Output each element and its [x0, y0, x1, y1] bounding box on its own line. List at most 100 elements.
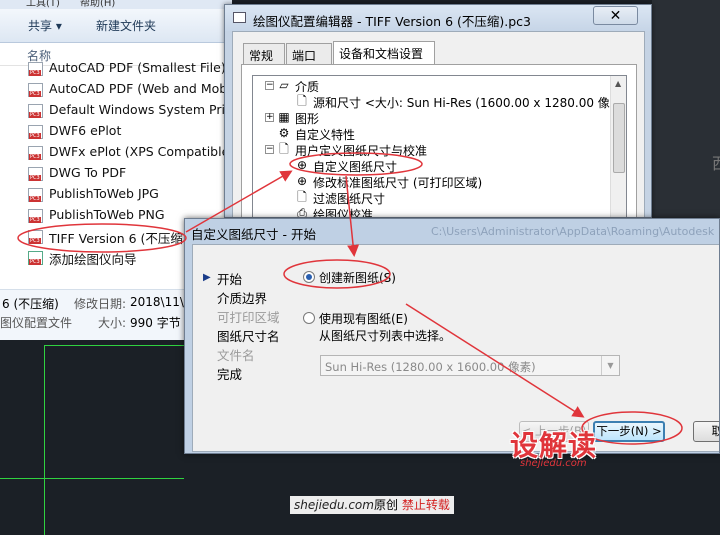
option-create-new-label[interactable]: 创建新图纸(S) [319, 269, 396, 286]
wizard-shortcut-icon [28, 251, 43, 265]
file-name: Default Windows System Printer [49, 102, 232, 117]
file-row[interactable]: DWFx ePlot (XPS Compatible) [26, 142, 232, 163]
file-name: DWG To PDF [49, 165, 127, 180]
tree-item-graphics[interactable]: 图形 [295, 110, 319, 127]
details-size-value: 990 字节 [130, 316, 181, 330]
explorer-toolbar: 共享 ▾ 新建文件夹 [0, 9, 232, 43]
file-row[interactable]: PublishToWeb JPG [26, 184, 232, 205]
source-badge-site: shejiedu.com [294, 498, 374, 512]
menu-item-tools[interactable]: 工具(T) [26, 0, 60, 9]
background-window-text: 西 [712, 150, 720, 174]
step-paper-size-name: 图纸尺寸名 [217, 329, 280, 344]
file-row[interactable]: AutoCAD PDF (Smallest File) [26, 58, 232, 79]
wizard-title-bar[interactable]: 自定义图纸尺寸 - 开始 C:\Users\Administrator\AppD… [185, 219, 719, 243]
step-file-name: 文件名 [217, 348, 255, 363]
tab-device-document-settings[interactable]: 设备和文档设置 [333, 41, 435, 65]
tree-item-user-defined-sizes[interactable]: 用户定义图纸尺寸与校准 [295, 142, 427, 159]
file-row[interactable]: AutoCAD PDF (Web and Mobile) [26, 79, 232, 100]
use-existing-hint: 从图纸尺寸列表中选择。 [319, 329, 452, 343]
next-button[interactable]: 下一步(N) > [593, 421, 665, 442]
current-step-arrow-icon: ▶ [203, 272, 211, 283]
cad-drawing-line [0, 478, 184, 479]
tree-collapse-icon[interactable]: − [265, 145, 274, 154]
background-path-text: C:\Users\Administrator\AppData\Roaming\A… [431, 225, 715, 238]
wizard-body: ▶ 开始 介质边界 可打印区域 图纸尺寸名 文件名 完成 创建新图纸(S) 使用… [192, 244, 719, 452]
details-file-type: 图仪配置文件 [0, 316, 73, 330]
pc3-file-icon [28, 146, 43, 160]
tree-item-plotter-calibration[interactable]: 绘图仪校准 [313, 206, 373, 217]
file-row[interactable]: DWG To PDF [26, 163, 232, 184]
details-file-name: 6 (不压缩) [2, 297, 59, 311]
tree-item-custom-properties[interactable]: 自定义特性 [295, 126, 355, 143]
pc3-file-icon [28, 230, 43, 244]
paper-size-select[interactable]: Sun Hi-Res (1280.00 x 1600.00 像素) ▼ [320, 355, 620, 376]
explorer-menu-bar: 工具(T) 帮助(H) [0, 0, 232, 9]
settings-tree: − ▱ 介质 🗋 源和尺寸 <大小: Sun Hi-Res (1600.00 x… [252, 75, 627, 218]
step-media-bounds: 介质边界 [217, 291, 268, 306]
pc3-file-icon [28, 209, 43, 223]
tab-port[interactable]: 端口 [286, 43, 332, 64]
file-name: 添加绘图仪向导 [49, 252, 137, 267]
tree-item-custom-paper-sizes[interactable]: 自定义图纸尺寸 [313, 158, 397, 175]
radio-create-new[interactable] [303, 271, 315, 283]
device-settings-panel: − ▱ 介质 🗋 源和尺寸 <大小: Sun Hi-Res (1600.00 x… [241, 64, 637, 218]
pc3-file-icon [28, 62, 43, 76]
document-icon: 🗋 [297, 190, 307, 204]
custom-paper-size-wizard: 自定义图纸尺寸 - 开始 C:\Users\Administrator\AppD… [184, 218, 720, 454]
tree-item-modify-standard-sizes[interactable]: 修改标准图纸尺寸 (可打印区域) [313, 174, 482, 191]
scrollbar-thumb[interactable] [613, 103, 625, 173]
scroll-up-icon[interactable]: ▲ [615, 79, 621, 88]
details-modified-label: 修改日期: [74, 297, 127, 311]
source-badge-original: 原创 [373, 498, 398, 512]
pc3-file-icon [28, 83, 43, 97]
graphics-icon: ▦ [278, 110, 290, 124]
file-name: AutoCAD PDF (Smallest File) [49, 60, 226, 75]
pc3-file-icon [28, 167, 43, 181]
tree-collapse-icon[interactable]: − [265, 81, 274, 90]
radio-use-existing[interactable] [303, 312, 315, 324]
file-name: PublishToWeb JPG [49, 186, 159, 201]
plotter-config-editor-window: 绘图仪配置编辑器 - TIFF Version 6 (不压缩).pc3 ✕ 常规… [224, 4, 652, 218]
step-finish: 完成 [217, 367, 243, 382]
plotter-icon: ⎙ [297, 206, 307, 218]
step-printable-area: 可打印区域 [217, 310, 280, 325]
media-icon: ▱ [279, 78, 289, 92]
details-size-label: 大小: [98, 316, 127, 330]
pc3-file-icon [28, 104, 43, 118]
cad-drawing-frame [44, 345, 184, 535]
step-begin: 开始 [217, 272, 243, 287]
file-name: TIFF Version 6 (不压缩) [49, 231, 188, 246]
new-folder-button[interactable]: 新建文件夹 [96, 17, 156, 34]
document-icon: 🗋 [297, 94, 307, 108]
file-row[interactable]: DWF6 ePlot [26, 121, 232, 142]
tree-expand-icon[interactable]: + [265, 113, 274, 122]
tree-scrollbar[interactable]: ▲ [610, 76, 626, 217]
editor-title-bar[interactable]: 绘图仪配置编辑器 - TIFF Version 6 (不压缩).pc3 ✕ [225, 5, 651, 31]
close-button[interactable]: ✕ [593, 6, 638, 25]
details-modified-value: 2018\11\ [130, 295, 184, 309]
source-badge-warning: 禁止转载 [401, 498, 450, 512]
properties-icon: ⚙ [278, 126, 290, 140]
option-use-existing-label[interactable]: 使用现有图纸(E) [319, 310, 408, 327]
pc3-file-icon [28, 188, 43, 202]
crosshair-icon: ⊕ [296, 174, 308, 188]
background-window-edge: 西 [652, 0, 720, 218]
calibration-icon: 🗋 [279, 142, 289, 156]
cancel-button[interactable]: 取消 [693, 421, 719, 442]
plotter-app-icon [233, 12, 246, 23]
share-button[interactable]: 共享 ▾ [28, 17, 62, 34]
tab-general[interactable]: 常规 [243, 43, 285, 64]
file-name: AutoCAD PDF (Web and Mobile) [49, 81, 232, 96]
crosshair-icon: ⊕ [296, 158, 308, 172]
source-badge: shejiedu.com原创 禁止转载 [290, 496, 454, 514]
menu-item-help[interactable]: 帮助(H) [80, 0, 115, 9]
file-name: PublishToWeb PNG [49, 207, 165, 222]
tree-item-filter-paper-sizes[interactable]: 过滤图纸尺寸 [313, 190, 385, 207]
paper-size-select-value: Sun Hi-Res (1280.00 x 1600.00 像素) [325, 360, 536, 374]
tree-item-media[interactable]: 介质 [295, 78, 319, 95]
file-row[interactable]: Default Windows System Printer [26, 100, 232, 121]
file-name: DWFx ePlot (XPS Compatible) [49, 144, 232, 159]
file-name: DWF6 ePlot [49, 123, 122, 138]
tree-item-source-size[interactable]: 源和尺寸 <大小: Sun Hi-Res (1600.00 x 1280.00 … [313, 94, 626, 111]
wizard-title: 自定义图纸尺寸 - 开始 [191, 227, 316, 242]
